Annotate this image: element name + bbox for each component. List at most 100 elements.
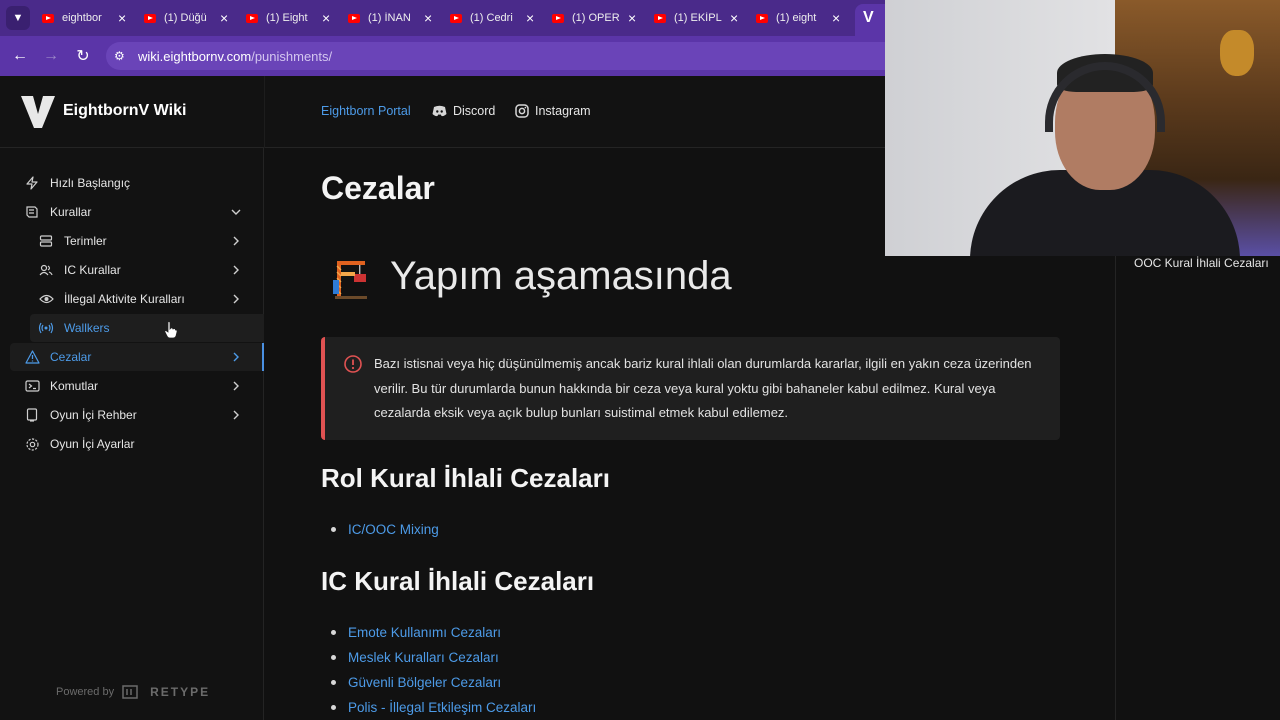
section-link[interactable]: Polis - İllegal Etkileşim Cezaları bbox=[348, 700, 536, 715]
section-link-list: Emote Kullanımı Cezaları Meslek Kurallar… bbox=[331, 620, 536, 720]
tab-title: (1) Düğü bbox=[164, 12, 207, 24]
youtube-icon bbox=[450, 13, 462, 23]
header-divider bbox=[264, 76, 265, 148]
sidebar-item-oyun-ici-rehber[interactable]: Oyun İçi Rehber bbox=[24, 401, 244, 429]
gear-icon bbox=[24, 436, 40, 452]
tab-title: eightbor bbox=[62, 12, 102, 24]
browser-tab[interactable]: (1) EKİPL × bbox=[644, 4, 742, 32]
site-info-icon[interactable]: ⚙ bbox=[114, 49, 128, 63]
section-link[interactable]: IC/OOC Mixing bbox=[348, 522, 439, 537]
webcam-overlay bbox=[885, 0, 1280, 256]
close-tab-icon[interactable]: × bbox=[628, 10, 636, 26]
close-tab-icon[interactable]: × bbox=[220, 10, 228, 26]
browser-tab[interactable]: (1) Düğü × bbox=[134, 4, 232, 32]
youtube-icon bbox=[42, 13, 54, 23]
retype-logo-icon bbox=[122, 685, 138, 699]
sidebar-item-wallkers[interactable]: Wallkers bbox=[38, 314, 244, 342]
chevron-right-icon[interactable] bbox=[228, 262, 244, 278]
list-icon bbox=[38, 233, 54, 249]
browser-tab[interactable]: (1) Eight × bbox=[236, 4, 334, 32]
url-path: /punishments/ bbox=[251, 48, 333, 64]
active-tab-favicon: V bbox=[863, 9, 874, 26]
close-tab-icon[interactable]: × bbox=[526, 10, 534, 26]
discord-icon bbox=[432, 105, 447, 117]
sidebar-item-label: Oyun İçi Ayarlar bbox=[50, 437, 135, 451]
sidebar-item-terimler[interactable]: Terimler bbox=[38, 227, 244, 255]
sidebar-item-ic-kurallar[interactable]: IC Kurallar bbox=[38, 256, 244, 284]
instagram-link[interactable]: Instagram bbox=[515, 104, 591, 118]
tab-search-chevron-icon[interactable]: ▼ bbox=[6, 6, 30, 30]
sidebar-item-oyun-ici-ayarlar[interactable]: Oyun İçi Ayarlar bbox=[24, 430, 244, 458]
section-link[interactable]: Emote Kullanımı Cezaları bbox=[348, 625, 501, 640]
page-title: Cezalar bbox=[321, 170, 435, 206]
chevron-down-icon[interactable] bbox=[228, 204, 244, 220]
sidebar-item-label: Wallkers bbox=[64, 321, 110, 335]
sidebar-item-kurallar[interactable]: Kurallar bbox=[24, 198, 244, 226]
back-arrow-icon[interactable]: ← bbox=[8, 44, 32, 68]
chevron-right-icon[interactable] bbox=[228, 349, 244, 365]
youtube-icon bbox=[552, 13, 564, 23]
discord-link[interactable]: Discord bbox=[432, 104, 495, 118]
header-link-label: Eightborn Portal bbox=[321, 104, 411, 118]
book-icon bbox=[24, 204, 40, 220]
list-item: Güvenli Bölgeler Cezaları bbox=[331, 670, 536, 695]
chevron-right-icon[interactable] bbox=[228, 291, 244, 307]
browser-tab[interactable]: (1) Cedri × bbox=[440, 4, 538, 32]
instagram-icon bbox=[515, 104, 529, 118]
site-title[interactable]: EightbornV Wiki bbox=[63, 102, 186, 120]
eightbornv-logo-icon[interactable] bbox=[20, 94, 56, 130]
browser-tab[interactable]: eightbor × bbox=[32, 4, 130, 32]
sidebar-item-label: Oyun İçi Rehber bbox=[50, 408, 137, 422]
browser-tab[interactable]: (1) İNAN × bbox=[338, 4, 436, 32]
chevron-right-icon[interactable] bbox=[228, 378, 244, 394]
section-heading: IC Kural İhlali Cezaları bbox=[321, 566, 595, 596]
header-link-label: Instagram bbox=[535, 104, 591, 118]
sidebar-item-label: Terimler bbox=[64, 234, 107, 248]
eightborn-portal-link[interactable]: Eightborn Portal bbox=[321, 104, 411, 118]
tab-title: (1) Cedri bbox=[470, 12, 513, 24]
tab-title: (1) eight bbox=[776, 12, 817, 24]
section-link-list: IC/OOC Mixing bbox=[331, 517, 439, 542]
list-item: Meslek Kuralları Cezaları bbox=[331, 645, 536, 670]
reload-icon[interactable]: ↻ bbox=[71, 44, 95, 68]
close-tab-icon[interactable]: × bbox=[118, 10, 126, 26]
close-tab-icon[interactable]: × bbox=[424, 10, 432, 26]
youtube-icon bbox=[756, 13, 768, 23]
sidebar-item-label: İllegal Aktivite Kuralları bbox=[64, 292, 185, 306]
hand-cursor-icon bbox=[164, 321, 178, 339]
sidebar-item-hizli-baslangic[interactable]: Hızlı Başlangıç bbox=[24, 169, 244, 197]
browser-tab[interactable]: (1) OPER × bbox=[542, 4, 640, 32]
alert-circle-icon bbox=[344, 355, 362, 373]
sidebar-item-illegal-aktivite[interactable]: İllegal Aktivite Kuralları bbox=[38, 285, 244, 313]
powered-by-retype[interactable]: Powered by RETYPE bbox=[56, 684, 210, 700]
sidebar-item-label: Komutlar bbox=[50, 379, 99, 393]
forward-arrow-icon[interactable]: → bbox=[39, 44, 63, 68]
sidebar-item-label: Kurallar bbox=[50, 205, 92, 219]
sidebar-item-label: Hızlı Başlangıç bbox=[50, 176, 131, 190]
chevron-right-icon[interactable] bbox=[228, 233, 244, 249]
section-link[interactable]: Güvenli Bölgeler Cezaları bbox=[348, 675, 501, 690]
warning-alert: Bazı istisnai veya hiç düşünülmemiş anca… bbox=[321, 337, 1060, 440]
sidebar-item-cezalar[interactable]: Cezalar bbox=[24, 343, 244, 371]
list-item: Emote Kullanımı Cezaları bbox=[331, 620, 536, 645]
construction-crane-icon bbox=[333, 261, 367, 299]
youtube-icon bbox=[144, 13, 156, 23]
section-link[interactable]: Meslek Kuralları Cezaları bbox=[348, 650, 499, 665]
youtube-icon bbox=[246, 13, 258, 23]
eye-icon bbox=[38, 291, 54, 307]
sidebar-item-label: Cezalar bbox=[50, 350, 92, 364]
sidebar-item-label: IC Kurallar bbox=[64, 263, 121, 277]
toc-link[interactable]: OOC Kural İhlali Cezaları bbox=[1134, 256, 1269, 270]
browser-tab[interactable]: (1) eight × bbox=[746, 4, 844, 32]
close-tab-icon[interactable]: × bbox=[832, 10, 840, 26]
warning-icon bbox=[24, 349, 40, 365]
chevron-right-icon[interactable] bbox=[228, 407, 244, 423]
under-construction-heading: Yapım aşamasında bbox=[390, 254, 732, 298]
sidebar-item-komutlar[interactable]: Komutlar bbox=[24, 372, 244, 400]
list-item: Polis - İllegal Etkileşim Cezaları bbox=[331, 695, 536, 720]
tab-title: (1) OPER bbox=[572, 12, 620, 24]
close-tab-icon[interactable]: × bbox=[730, 10, 738, 26]
youtube-icon bbox=[348, 13, 360, 23]
section-heading: Rol Kural İhlali Cezaları bbox=[321, 463, 610, 493]
close-tab-icon[interactable]: × bbox=[322, 10, 330, 26]
